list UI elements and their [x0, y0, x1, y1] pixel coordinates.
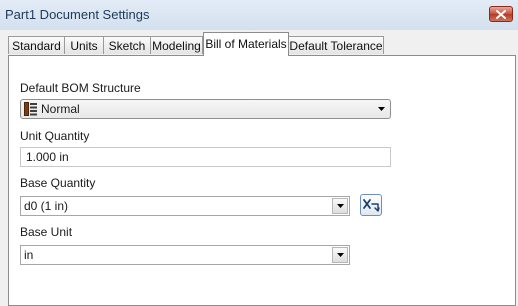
title-bar: Part1 Document Settings — [0, 0, 518, 31]
base-unit-label: Base Unit — [20, 225, 73, 239]
base-quantity-value: d0 (1 in) — [24, 199, 69, 213]
chevron-down-icon — [336, 204, 344, 208]
base-unit-dropdown[interactable]: in — [20, 245, 350, 265]
tab-strip: Standard Units Sketch Modeling Bill of M… — [0, 30, 518, 56]
base-unit-value: in — [24, 248, 34, 262]
base-quantity-dropdown[interactable]: d0 (1 in) — [20, 196, 350, 216]
base-quantity-arrow[interactable] — [332, 198, 348, 214]
tab-units[interactable]: Units — [64, 36, 104, 54]
bom-structure-arrow[interactable] — [373, 101, 389, 117]
tab-default-tolerance[interactable]: Default Tolerance — [288, 36, 384, 54]
bom-structure-dropdown[interactable]: Normal — [20, 99, 391, 119]
close-icon — [496, 9, 506, 19]
bom-structure-icon — [24, 102, 37, 116]
bom-panel: Default BOM Structure Normal Unit Quanti… — [8, 55, 516, 306]
function-button[interactable] — [360, 194, 382, 216]
chevron-down-icon — [336, 253, 344, 257]
close-button[interactable] — [489, 6, 513, 22]
dialog-body: Standard Units Sketch Modeling Bill of M… — [0, 30, 518, 306]
unit-quantity-value: 1.000 in — [26, 150, 69, 164]
base-unit-arrow[interactable] — [332, 247, 348, 263]
tab-modeling[interactable]: Modeling — [150, 36, 203, 54]
window-title: Part1 Document Settings — [5, 7, 150, 22]
unit-quantity-label: Unit Quantity — [20, 129, 90, 143]
tab-sketch[interactable]: Sketch — [103, 36, 151, 54]
tab-standard[interactable]: Standard — [8, 36, 65, 54]
tab-bill-of-materials[interactable]: Bill of Materials — [203, 32, 289, 56]
function-icon — [363, 199, 380, 212]
unit-quantity-field[interactable]: 1.000 in — [20, 147, 391, 167]
bom-structure-value: Normal — [41, 102, 80, 116]
structure-label: Default BOM Structure — [20, 81, 141, 95]
base-quantity-label: Base Quantity — [20, 176, 96, 190]
chevron-down-icon — [377, 107, 385, 111]
